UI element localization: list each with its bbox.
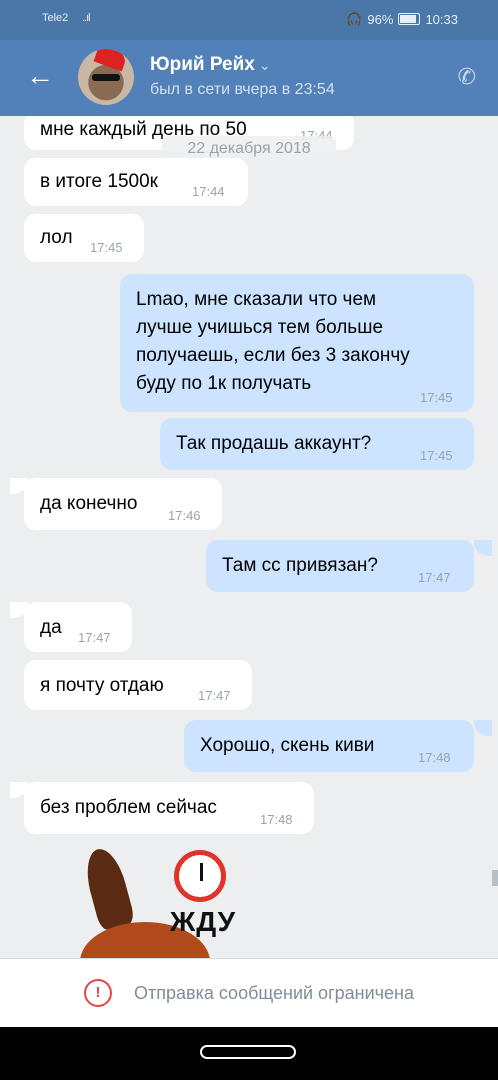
message-text: да конечно (40, 493, 138, 514)
message-text: Хорошо, скень киви (200, 735, 375, 756)
message-text: лол (40, 227, 73, 248)
status-bar: Tele2 ..ıl 🎧 96% 10:33 (0, 0, 498, 40)
signal-icon: ..ıl (82, 12, 91, 24)
message-bubble[interactable]: в итоге 1500к 17:44 (24, 158, 248, 206)
battery-percent: 96% (367, 11, 394, 27)
message-time: 17:47 (198, 688, 231, 703)
sunglasses-icon (92, 74, 120, 81)
message-bubble[interactable]: да конечно 17:46 (24, 478, 222, 530)
message-bubble[interactable]: я почту отдаю 17:47 (24, 660, 252, 710)
last-seen-status: был в сети вчера в 23:54 (150, 81, 335, 98)
message-time: 17:46 (168, 508, 201, 523)
chat-header: ← Юрий Рейх ⌄ был в сети вчера в 23:54 ✆ (0, 40, 498, 116)
antler-icon (80, 848, 136, 932)
message-text: без проблем сейчас (40, 797, 217, 818)
contact-name[interactable]: Юрий Рейх ⌄ (150, 54, 271, 76)
message-time: 17:48 (418, 750, 451, 765)
message-bubble[interactable]: Там сс привязан? 17:47 (206, 540, 474, 592)
headphones-icon: 🎧 (346, 11, 363, 26)
phone-icon[interactable]: ✆ (458, 64, 476, 90)
message-time: 17:47 (418, 570, 451, 585)
clock-time: 10:33 (425, 11, 458, 27)
message-bubble[interactable]: Хорошо, скень киви 17:48 (184, 720, 474, 772)
message-bubble[interactable]: без проблем сейчас 17:48 (24, 782, 314, 834)
message-text: Так продашь аккаунт? (176, 433, 372, 454)
message-time: 17:45 (420, 390, 453, 405)
message-bubble[interactable]: лол 17:45 (24, 214, 144, 262)
bubble-tail (474, 720, 492, 736)
sticker-text: ЖДУ (170, 906, 237, 937)
message-bubble[interactable]: Lmao, мне сказали что чем лучше учишься … (120, 274, 474, 412)
message-bubble[interactable]: да 17:47 (24, 602, 132, 652)
avatar[interactable] (78, 49, 134, 105)
home-gesture-bar[interactable] (200, 1045, 296, 1059)
message-time: 17:45 (420, 448, 453, 463)
message-text: Lmao, мне сказали что чем лучше учишься … (136, 289, 410, 394)
message-time: 17:48 (260, 812, 293, 827)
warning-icon: ! (84, 979, 112, 1007)
santa-hat-icon (93, 49, 129, 72)
message-text: Там сс привязан? (222, 555, 378, 576)
back-arrow-icon[interactable]: ← (26, 62, 54, 90)
carrier-label: Tele2 (42, 12, 69, 24)
status-right: 🎧 96% 10:33 (346, 11, 458, 27)
message-text: да (40, 617, 62, 638)
clock-icon (174, 850, 226, 902)
message-time: 17:45 (90, 240, 123, 255)
restriction-text: Отправка сообщений ограничена (134, 982, 414, 1003)
bubble-tail (474, 540, 492, 556)
battery-icon (398, 13, 421, 25)
scrollbar[interactable] (492, 870, 498, 886)
system-nav-bar (0, 1027, 498, 1080)
message-time: 17:44 (192, 184, 225, 199)
message-bubble[interactable]: Так продашь аккаунт? 17:45 (160, 418, 474, 470)
message-text: я почту отдаю (40, 675, 164, 696)
message-list[interactable]: мне каждый день по 50 17:44 22 декабря 2… (0, 116, 498, 958)
chevron-down-icon: ⌄ (258, 57, 271, 73)
message-time: 17:47 (78, 630, 111, 645)
contact-name-text: Юрий Рейх (150, 54, 255, 75)
restriction-banner: ! Отправка сообщений ограничена (0, 958, 498, 1027)
sticker-zhdu[interactable]: ЖДУ (80, 848, 250, 958)
message-text: в итоге 1500к (40, 171, 158, 192)
